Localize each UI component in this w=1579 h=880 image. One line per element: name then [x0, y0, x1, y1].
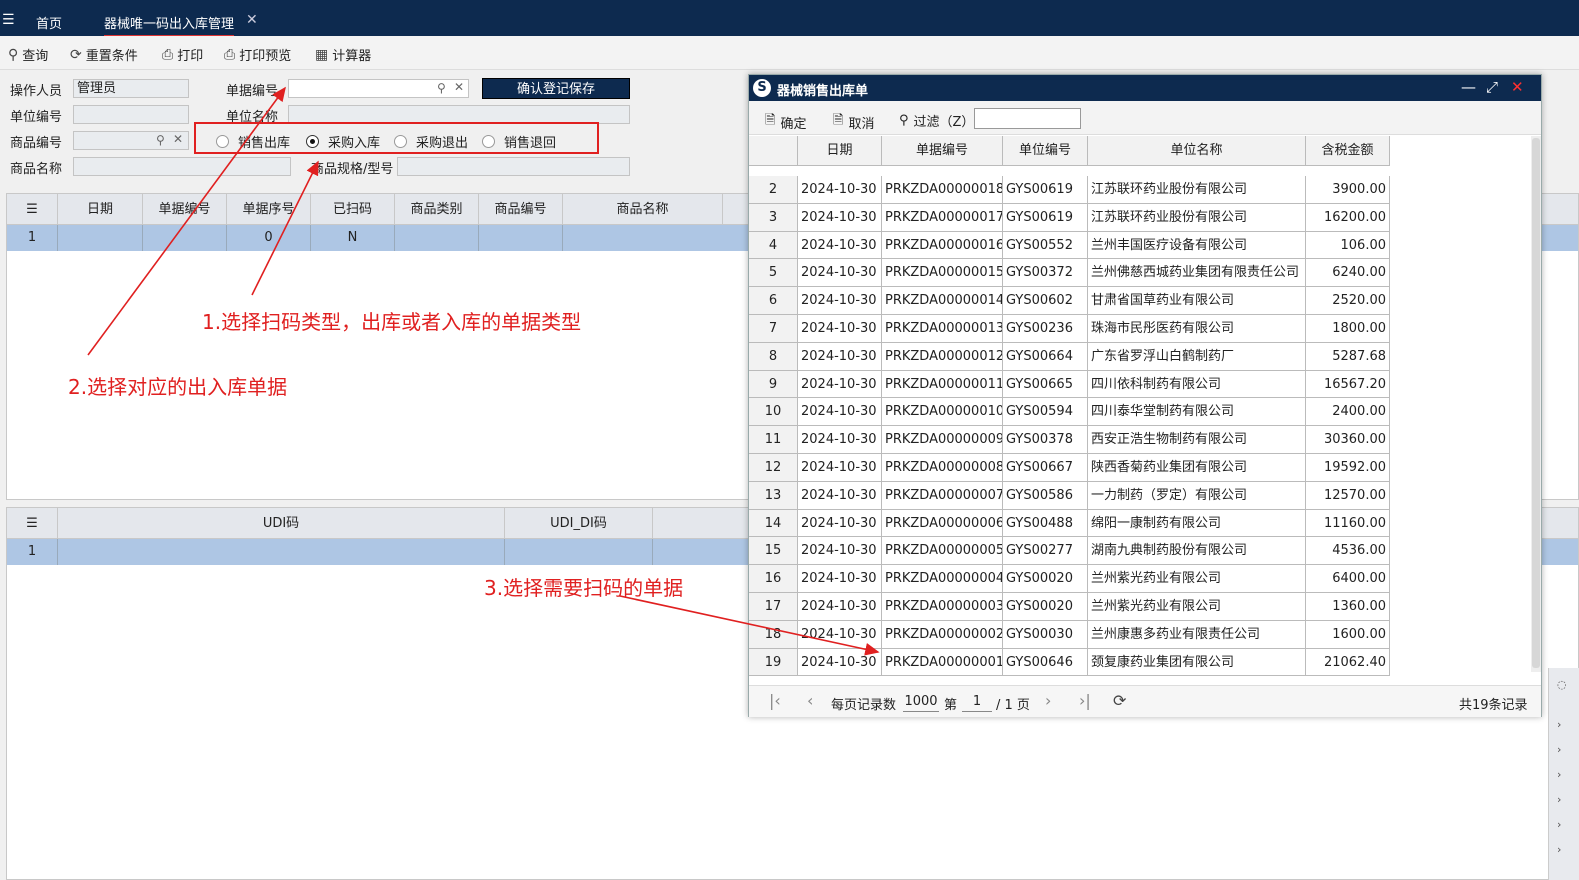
annotation-arrows [87, 86, 880, 656]
annotation-step2: 2.选择对应的出入库单据 [68, 375, 288, 399]
annotation-step1: 1.选择扫码类型，出库或者入库的单据类型 [202, 310, 582, 334]
arrow-to-row [619, 595, 880, 656]
arrow-to-radios [251, 160, 319, 296]
annotation-step3: 3.选择需要扫码的单据 [484, 576, 684, 600]
